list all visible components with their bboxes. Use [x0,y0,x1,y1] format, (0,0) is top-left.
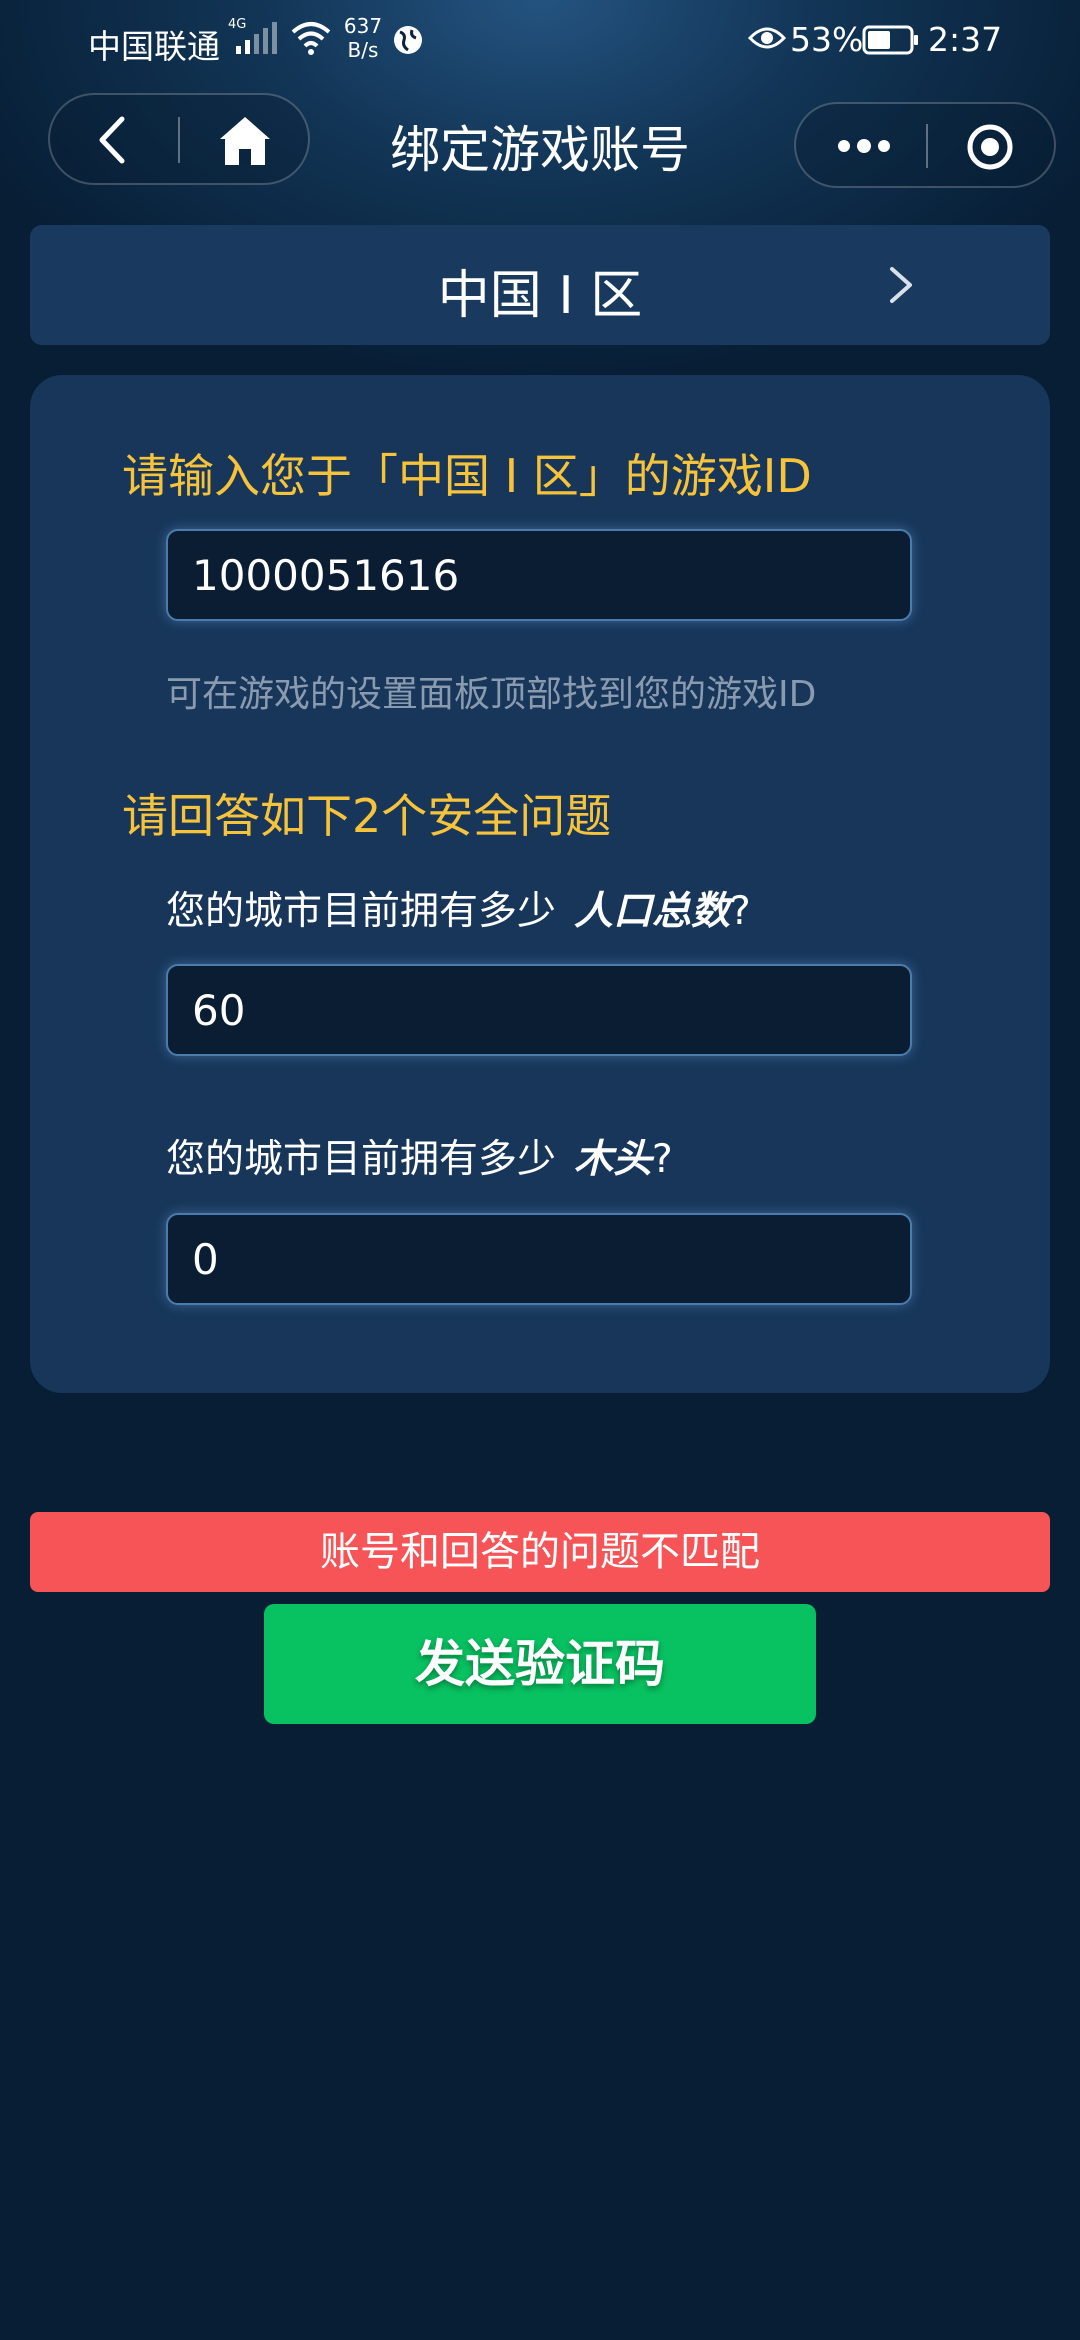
network-type-label: 4G [228,17,246,32]
question-keyword: 木头 [574,1137,653,1182]
status-bar: 中国联通 4G 637 B/s 53% 2:37 [0,0,1080,80]
security-heading: 请回答如下2个安全问题 [122,789,612,843]
clock: 2:37 [928,20,1003,59]
home-icon[interactable] [216,113,274,169]
carrier-name: 中国联通 [88,27,220,66]
question-prefix: 您的城市目前拥有多少 [166,889,557,934]
globe-icon [394,26,422,54]
game-id-field[interactable] [166,529,912,621]
signal-icon: 4G [228,17,277,54]
question-keyword: 人口总数 [574,889,731,934]
nav-divider [178,117,180,163]
nav-right-capsule [794,102,1056,188]
error-banner: 账号和回答的问题不匹配 [30,1512,1050,1592]
network-speed: 637 B/s [338,14,388,62]
chevron-right-icon [890,267,912,303]
nav-left-capsule [48,93,310,185]
battery-icon [862,25,918,55]
question-population: 您的城市目前拥有多少 人口总数? [166,880,751,936]
game-id-heading: 请输入您于「中国 I 区」的游戏ID [122,449,812,503]
wood-answer-field[interactable] [166,1213,912,1305]
network-speed-unit: B/s [347,38,379,62]
wifi-icon [291,22,331,55]
wood-answer-input[interactable] [168,1215,910,1303]
population-answer-field[interactable] [166,964,912,1056]
target-icon[interactable] [966,123,1014,171]
more-icon[interactable] [834,128,894,164]
send-code-button[interactable]: 发送验证码 [264,1604,816,1724]
eye-comfort-icon [748,27,786,49]
binding-form-card: 请输入您于「中国 I 区」的游戏ID 可在游戏的设置面板顶部找到您的游戏ID 请… [30,375,1050,1393]
back-icon[interactable] [90,115,136,165]
game-id-input[interactable] [168,531,910,619]
game-id-hint: 可在游戏的设置面板顶部找到您的游戏ID [166,674,817,715]
page-title: 绑定游戏账号 [390,121,690,179]
region-selector[interactable]: 中国 I 区 [30,225,1050,345]
battery-percent: 53% [790,20,864,59]
question-suffix: ? [652,1137,673,1182]
question-prefix: 您的城市目前拥有多少 [166,1137,557,1182]
nav-divider [926,124,928,168]
network-speed-value: 637 [343,14,383,38]
question-wood: 您的城市目前拥有多少 木头? [166,1128,673,1184]
question-suffix: ? [730,889,751,934]
population-answer-input[interactable] [168,966,910,1054]
